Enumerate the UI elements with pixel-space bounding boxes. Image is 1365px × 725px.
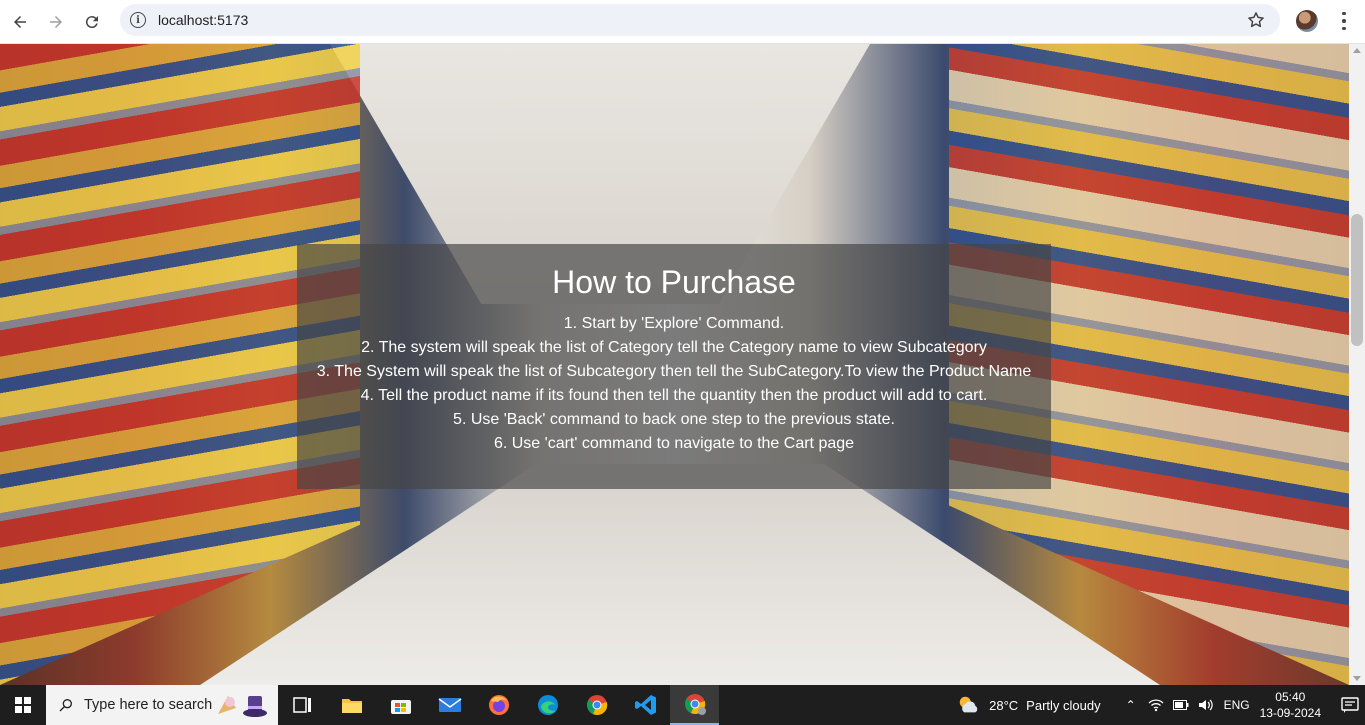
mail-icon[interactable] [425, 685, 474, 725]
arrow-left-icon [14, 15, 26, 28]
site-info-icon[interactable]: i [130, 12, 146, 28]
weather-widget[interactable]: 28°C Partly cloudy [957, 694, 1101, 716]
clock-date: 13-09-2024 [1259, 706, 1321, 720]
chevron-up-icon[interactable]: ⌃ [1123, 697, 1139, 713]
browser-menu-button[interactable] [1334, 10, 1354, 32]
store-icon[interactable] [376, 685, 425, 725]
language-indicator[interactable]: ENG [1224, 698, 1250, 712]
arrow-right-icon [50, 15, 62, 28]
scroll-down-icon[interactable] [1353, 676, 1361, 681]
profile-avatar[interactable] [1296, 10, 1318, 32]
wifi-icon[interactable] [1148, 697, 1164, 713]
edge-icon[interactable] [523, 685, 572, 725]
taskbar-clock[interactable]: 05:40 13-09-2024 [1260, 689, 1321, 721]
file-explorer-icon[interactable] [327, 685, 376, 725]
start-button[interactable] [0, 685, 46, 725]
search-icon [59, 699, 72, 712]
chrome-icon[interactable] [572, 685, 621, 725]
scrollbar-thumb[interactable] [1351, 214, 1363, 346]
browser-toolbar: i localhost:5173 [0, 0, 1365, 44]
task-view-icon[interactable] [278, 685, 327, 725]
search-highlight-icon[interactable] [214, 690, 272, 720]
clock-time: 05:40 [1275, 690, 1306, 704]
back-button[interactable] [2, 4, 38, 40]
forward-button[interactable] [38, 4, 74, 40]
firefox-icon[interactable] [474, 685, 523, 725]
system-tray: 28°C Partly cloudy ⌃ ENG 05:40 13-09-202… [957, 685, 1365, 725]
weather-condition: Partly cloudy [1026, 697, 1101, 713]
search-placeholder: Type here to search [84, 697, 213, 713]
page-viewport: How to Purchase 1. Start by 'Explore' Co… [0, 44, 1349, 685]
url-text[interactable]: localhost:5173 [158, 12, 248, 28]
instruction-item: 3. The System will speak the list of Sub… [316, 363, 1032, 380]
weather-temperature: 28°C [989, 697, 1019, 713]
instruction-item: 1. Start by 'Explore' Command. [563, 315, 785, 332]
instruction-item: 4. Tell the product name if its found th… [360, 387, 988, 404]
reload-button[interactable] [74, 4, 110, 40]
taskbar-search-box[interactable]: Type here to search [46, 685, 278, 725]
instructions-panel: How to Purchase 1. Start by 'Explore' Co… [297, 244, 1051, 489]
instruction-item: 6. Use 'cart' command to navigate to the… [493, 435, 855, 452]
vscode-icon[interactable] [621, 685, 670, 725]
bookmark-star-icon[interactable] [1246, 10, 1266, 30]
tray-icons: ⌃ [1123, 697, 1214, 713]
windows-taskbar: Type here to search 28°C Partly cloudy ⌃… [0, 685, 1365, 725]
instruction-list: 1. Start by 'Explore' Command. 2. The sy… [297, 312, 1051, 456]
notification-icon [1341, 697, 1359, 713]
instruction-item: 2. The system will speak the list of Cat… [361, 339, 987, 356]
chrome-active-icon[interactable] [670, 685, 719, 725]
volume-icon[interactable] [1198, 697, 1214, 713]
reload-icon [85, 15, 98, 28]
address-bar[interactable]: i localhost:5173 [120, 4, 1280, 36]
windows-logo-icon [15, 697, 31, 713]
page-title: How to Purchase [552, 264, 796, 300]
scroll-up-icon[interactable] [1353, 48, 1361, 53]
instruction-item: 5. Use 'Back' command to back one step t… [453, 411, 895, 428]
page-scrollbar[interactable] [1349, 44, 1365, 685]
battery-icon[interactable] [1172, 697, 1189, 713]
notification-center-button[interactable] [1335, 685, 1365, 725]
partly-cloudy-icon [959, 696, 978, 713]
